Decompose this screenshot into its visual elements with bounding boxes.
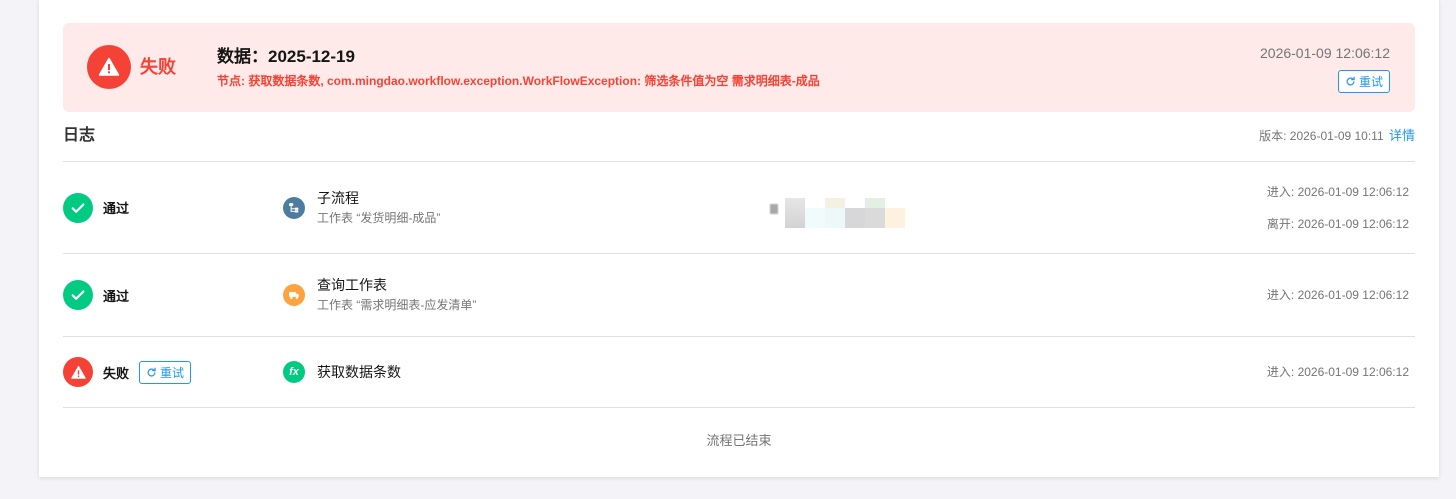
entry-extra: [770, 337, 1267, 407]
banner-title: 数据：2025-12-19: [217, 47, 355, 66]
log-footer: 流程已结束: [706, 433, 772, 448]
warning-icon: [87, 45, 131, 89]
redacted-mosaic: [770, 204, 778, 214]
enter-time-value: 2026-01-09 12:06:12: [1297, 184, 1409, 199]
enter-time: 进入: 2026-01-09 12:06:12: [1267, 184, 1409, 200]
redacted-mosaic: [825, 198, 845, 208]
log-heading: 日志: [63, 127, 96, 144]
enter-time: 进入: 2026-01-09 12:06:12: [1267, 364, 1409, 380]
log-entry: 通过 查询工作表 工作表 “需求明细表-应发清单” 进入: 2026-01-09…: [63, 253, 1415, 336]
redacted-mosaic: [865, 198, 885, 208]
log-version: 版本: 2026-01-09 10:11 详情: [1259, 127, 1415, 145]
log-entry: 通过 子流程 工作表 “发货明细-成品” 进入: 2026-01-09 12:0…: [63, 161, 1415, 253]
enter-time-value: 2026-01-09 12:06:12: [1297, 288, 1409, 302]
entry-times: 进入: 2026-01-09 12:06:12: [1267, 287, 1415, 303]
check-icon: [63, 192, 93, 223]
entry-node: 查询工作表 工作表 “需求明细表-应发清单”: [283, 275, 770, 315]
version-value: 2026-01-09 10:11: [1289, 129, 1384, 143]
error-banner: 失败 数据：2025-12-19 节点: 获取数据条数, com.mingdao…: [63, 23, 1415, 112]
entry-times: 进入: 2026-01-09 12:06:12: [1267, 364, 1415, 380]
formula-icon-text: fx: [289, 366, 299, 378]
refresh-icon: [1345, 76, 1356, 87]
redacted-mosaic: [805, 208, 825, 228]
leave-time: 离开: 2026-01-09 12:06:12: [1267, 216, 1409, 232]
node-title: 子流程: [317, 189, 359, 206]
search-worksheet-icon: [283, 284, 305, 306]
subprocess-icon: [283, 196, 305, 219]
redacted-mosaic: [865, 208, 885, 228]
version-label: 版本:: [1259, 129, 1287, 143]
entry-status: 通过: [63, 192, 283, 223]
node-subtitle: 工作表 “需求明细表-应发清单”: [317, 298, 477, 312]
details-link[interactable]: 详情: [1389, 128, 1415, 143]
warning-icon: [63, 357, 93, 387]
redacted-mosaic: [825, 208, 845, 228]
entry-retry-button[interactable]: 重试: [139, 360, 192, 384]
entry-node: fx 获取数据条数: [283, 361, 770, 383]
banner-timestamp: 2026-01-09 12:06:12: [1260, 45, 1390, 61]
entry-times: 进入: 2026-01-09 12:06:12 离开: 2026-01-09 1…: [1267, 184, 1415, 232]
status-label: 通过: [103, 201, 130, 216]
check-icon: [63, 280, 93, 310]
log-list: 通过 子流程 工作表 “发货明细-成品” 进入: 2026-01-09 12:0…: [63, 161, 1415, 408]
redacted-mosaic: [845, 208, 865, 228]
banner-retry-button[interactable]: 重试: [1338, 70, 1390, 93]
entry-status: 失败 重试: [63, 357, 283, 387]
redacted-mosaic: [885, 208, 905, 228]
enter-time-value: 2026-01-09 12:06:12: [1297, 365, 1409, 379]
retry-label: 重试: [1358, 75, 1383, 89]
leave-label: 离开:: [1266, 216, 1295, 231]
entry-status: 通过: [63, 280, 283, 310]
enter-time: 进入: 2026-01-09 12:06:12: [1267, 287, 1409, 303]
entry-extra: [770, 254, 1267, 336]
node-title: 获取数据条数: [317, 364, 401, 380]
entry-node: 子流程 工作表 “发货明细-成品”: [283, 188, 770, 228]
banner-error-message: 节点: 获取数据条数, com.mingdao.workflow.excepti…: [217, 74, 820, 88]
enter-label: 进入:: [1266, 184, 1295, 199]
redacted-area: [770, 162, 1267, 253]
enter-label: 进入:: [1266, 365, 1295, 379]
status-label: 失败: [103, 365, 130, 381]
workflow-history-card: 失败 数据：2025-12-19 节点: 获取数据条数, com.mingdao…: [39, 0, 1439, 477]
node-title: 查询工作表: [317, 277, 387, 293]
leave-time-value: 2026-01-09 12:06:12: [1297, 216, 1409, 231]
enter-label: 进入:: [1266, 288, 1295, 302]
status-label: 通过: [103, 288, 130, 304]
log-entry: 失败 重试 fx 获取数据条数 进入: 2026-01-09 12:06:12: [63, 336, 1415, 408]
retry-label: 重试: [160, 365, 185, 380]
banner-status-label: 失败: [140, 57, 176, 77]
redacted-mosaic: [785, 198, 805, 228]
node-subtitle: 工作表 “发货明细-成品”: [317, 210, 441, 225]
formula-icon: fx: [283, 361, 305, 383]
refresh-icon: [146, 367, 157, 378]
